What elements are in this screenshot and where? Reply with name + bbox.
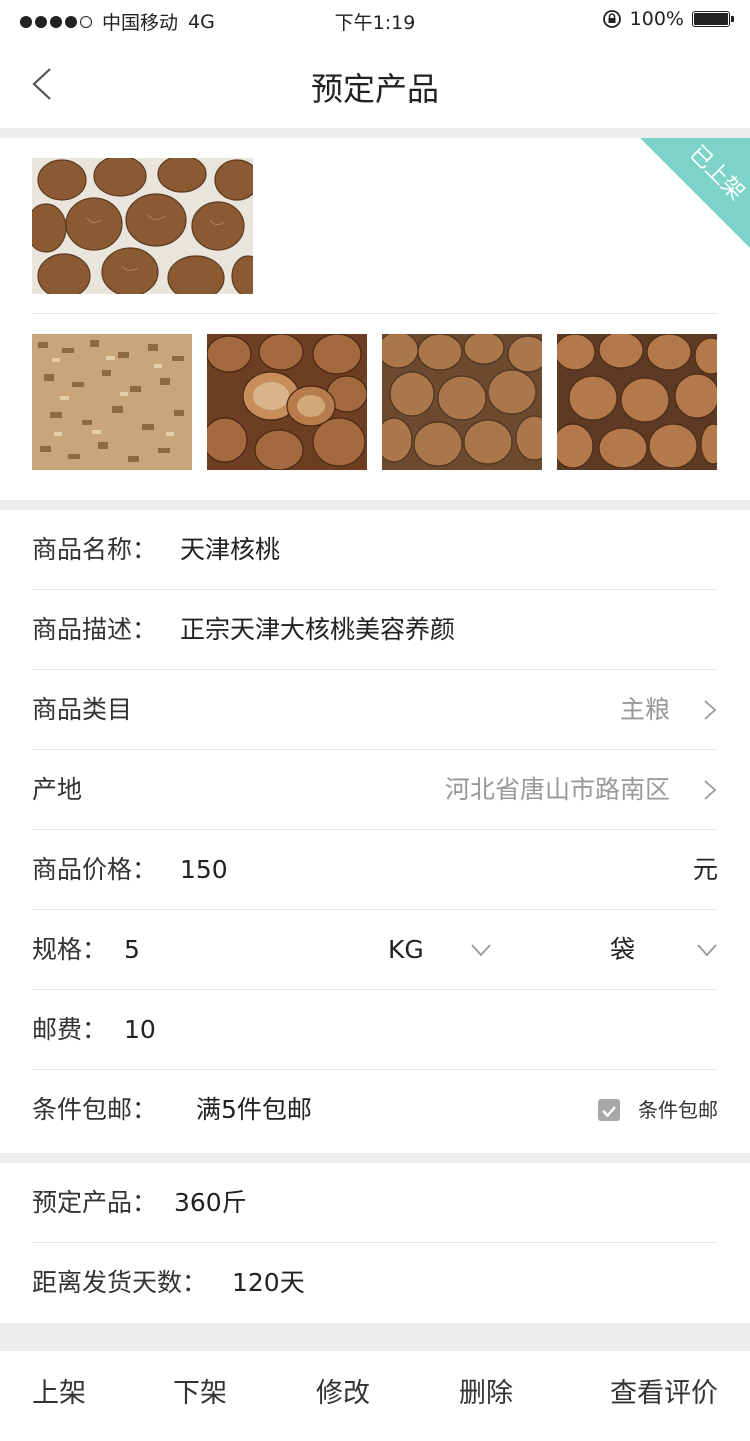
battery-percent: 100%: [629, 8, 684, 30]
main-product-image[interactable]: [32, 158, 253, 294]
preorder-quantity-value[interactable]: 360斤: [174, 1163, 247, 1243]
preorder-quantity-label: 预定产品：: [32, 1188, 158, 1217]
price-unit: 元: [692, 855, 718, 884]
thumbnail-walnuts-pile[interactable]: [382, 334, 542, 470]
product-description-value[interactable]: 正宗天津大核桃美容养颜: [180, 590, 455, 670]
list-button[interactable]: 上架: [32, 1351, 86, 1437]
row-free-shipping[interactable]: 条件包邮： 满5件包邮 条件包邮: [32, 1070, 718, 1150]
free-shipping-condition[interactable]: 满5件包邮: [196, 1070, 312, 1150]
row-days-to-ship[interactable]: 距离发货天数： 120天: [32, 1243, 718, 1323]
days-to-ship-label: 距离发货天数：: [32, 1268, 208, 1297]
product-name-value[interactable]: 天津核桃: [180, 510, 280, 590]
gallery-divider: [32, 313, 718, 314]
orientation-lock-icon: [602, 10, 621, 28]
shipping-fee-label: 邮费：: [32, 1015, 108, 1044]
free-shipping-label: 条件包邮：: [32, 1095, 158, 1124]
row-product-description[interactable]: 商品描述： 正宗天津大核桃美容养颜: [32, 590, 718, 670]
edit-button[interactable]: 修改: [316, 1351, 370, 1437]
row-preorder-quantity[interactable]: 预定产品： 360斤: [32, 1163, 718, 1243]
row-product-name[interactable]: 商品名称： 天津核桃: [32, 510, 718, 590]
nav-bar: 预定产品: [0, 40, 750, 128]
category-value[interactable]: 主粮: [620, 670, 670, 750]
page-title: 预定产品: [310, 70, 439, 108]
price-label: 商品价格：: [32, 855, 158, 884]
delete-button[interactable]: 删除: [459, 1351, 513, 1437]
origin-value[interactable]: 河北省唐山市路南区: [445, 750, 670, 830]
free-shipping-checkbox-label[interactable]: 条件包邮: [638, 1070, 718, 1150]
bottom-action-bar: 上架 下架 修改 删除 查看评价: [0, 1351, 750, 1441]
product-description-label: 商品描述：: [32, 615, 158, 644]
row-category[interactable]: 商品类目 主粮: [32, 670, 718, 750]
spec-input[interactable]: 5: [124, 910, 140, 990]
thumbnail-walnuts-closeup[interactable]: [557, 334, 717, 470]
package-select[interactable]: 袋: [610, 910, 635, 990]
chevron-down-icon[interactable]: [696, 942, 718, 958]
chevron-right-icon: [704, 700, 717, 720]
thumbnail-strip: [32, 334, 717, 470]
preorder-section: 预定产品： 360斤 距离发货天数： 120天: [0, 1163, 750, 1323]
free-shipping-checkbox[interactable]: [598, 1099, 620, 1121]
category-label: 商品类目: [32, 695, 133, 724]
thumbnail-chopped-walnuts[interactable]: [32, 334, 192, 470]
days-to-ship-value[interactable]: 120天: [232, 1243, 305, 1323]
row-spec[interactable]: 规格： 5 KG 袋: [32, 910, 718, 990]
status-bar: 中国移动 4G 下午1:19 100%: [0, 0, 750, 40]
delist-button[interactable]: 下架: [173, 1351, 227, 1437]
origin-label: 产地: [32, 775, 83, 804]
status-right: 100%: [602, 8, 734, 30]
chevron-down-icon[interactable]: [470, 942, 492, 958]
product-name-label: 商品名称：: [32, 535, 158, 564]
view-reviews-button[interactable]: 查看评价: [610, 1351, 718, 1437]
battery-icon: [692, 11, 734, 27]
thumbnail-cracked-walnuts[interactable]: [207, 334, 367, 470]
spec-label: 规格：: [32, 935, 108, 964]
spec-unit-select[interactable]: KG: [388, 910, 424, 990]
product-info-section: 商品名称： 天津核桃 商品描述： 正宗天津大核桃美容养颜 商品类目 主粮 产地 …: [0, 510, 750, 1153]
checkmark-icon: [602, 1106, 616, 1118]
price-input[interactable]: 150: [180, 830, 228, 910]
status-ribbon: 已上架: [640, 138, 750, 248]
row-shipping-fee[interactable]: 邮费： 10: [32, 990, 718, 1070]
row-origin[interactable]: 产地 河北省唐山市路南区: [32, 750, 718, 830]
shipping-fee-input[interactable]: 10: [124, 990, 156, 1070]
row-price[interactable]: 商品价格： 150 元: [32, 830, 718, 910]
chevron-right-icon: [704, 780, 717, 800]
product-gallery: 已上架: [0, 138, 750, 500]
